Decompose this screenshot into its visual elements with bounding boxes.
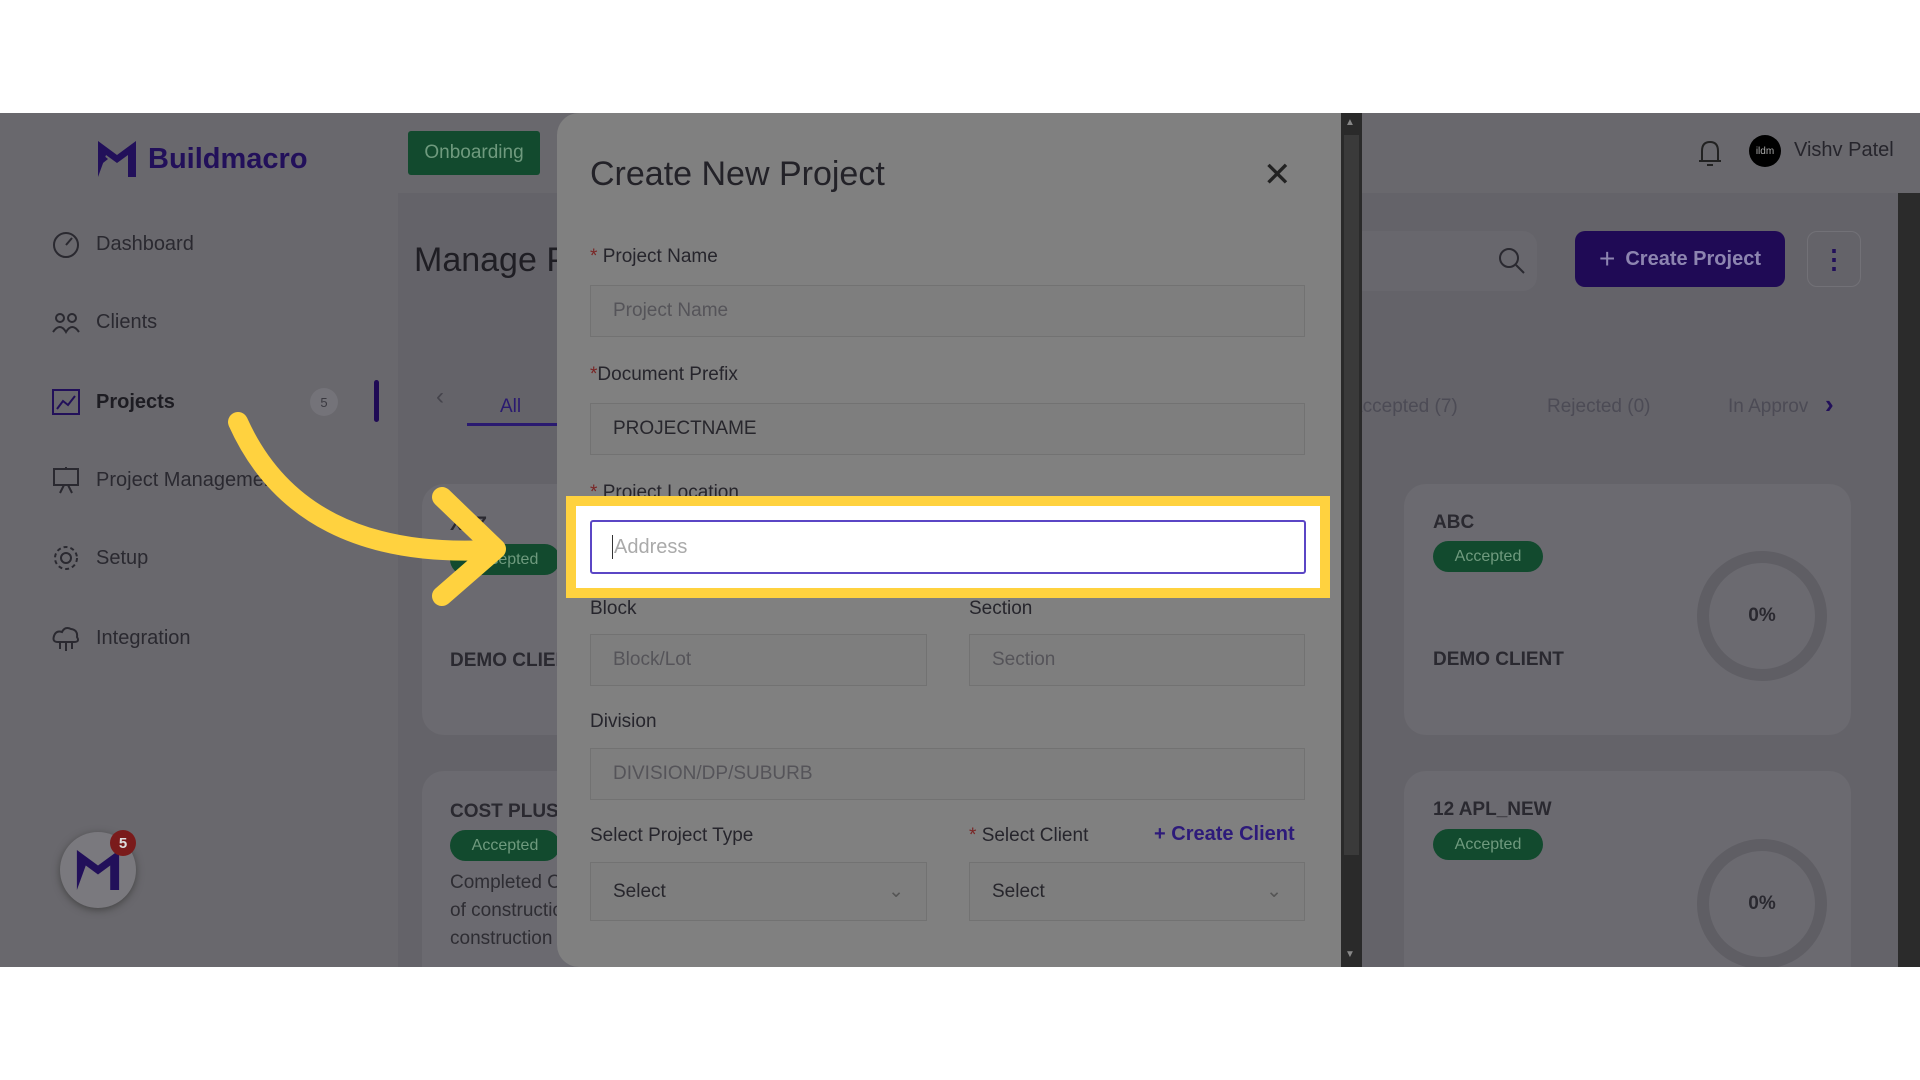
arrow-curve [228, 412, 500, 561]
pointer-arrow-annotation [228, 412, 506, 606]
